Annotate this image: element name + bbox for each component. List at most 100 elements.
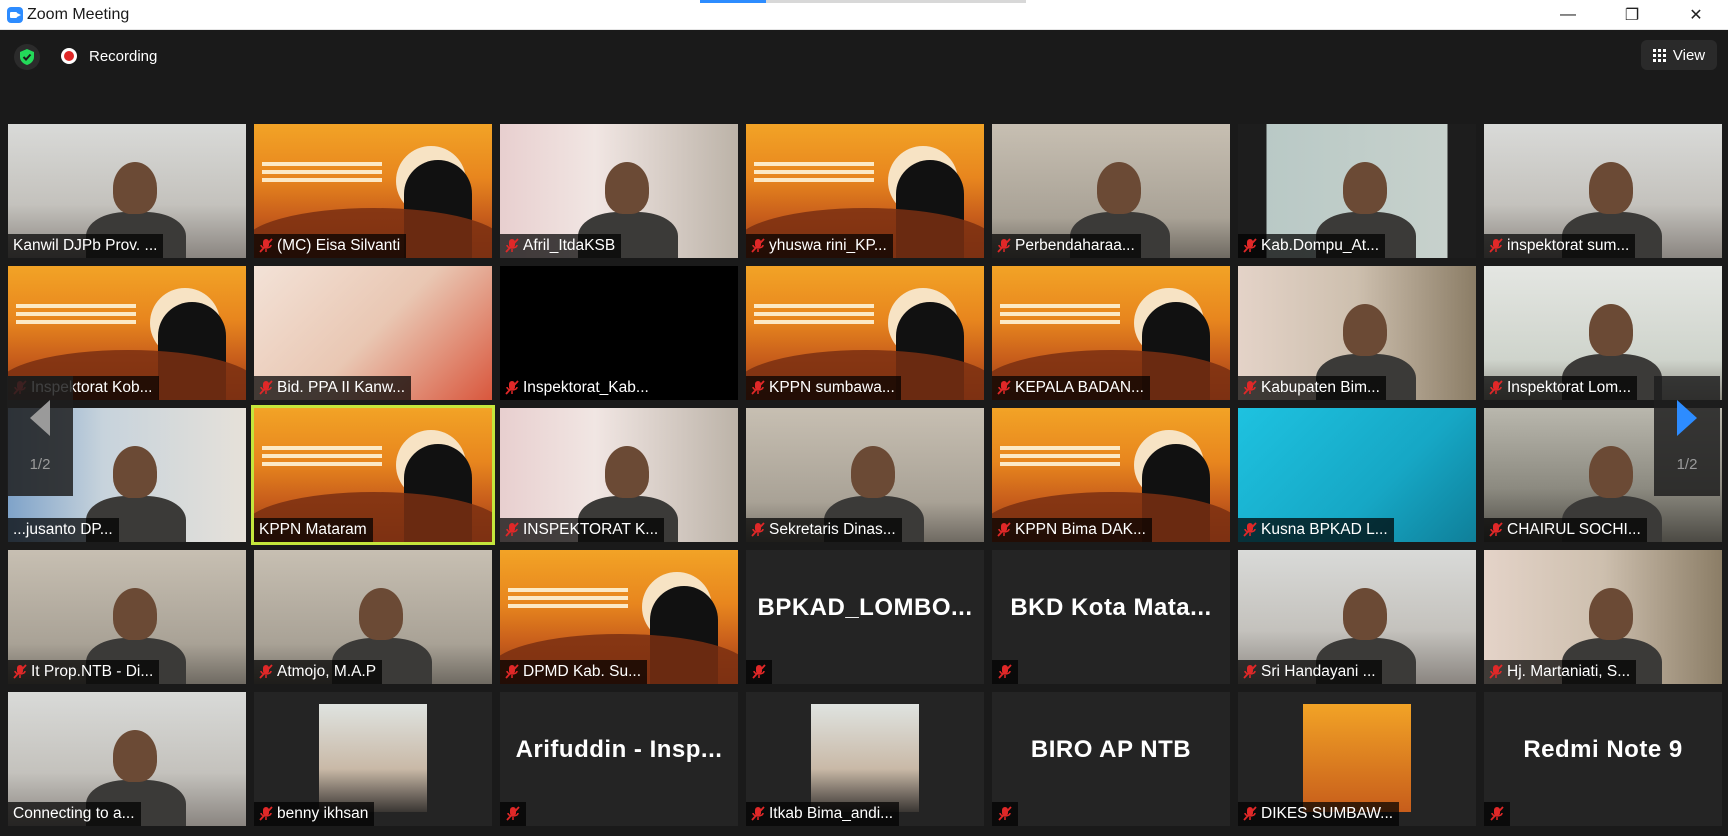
participant-silhouette [1097, 162, 1141, 214]
participant-name: benny ikhsan [277, 805, 369, 822]
participant-silhouette [851, 446, 895, 498]
mic-muted-icon [1489, 664, 1503, 680]
participant-tile[interactable]: BKD Kota Mata... [992, 550, 1230, 684]
participant-silhouette [1343, 588, 1387, 640]
participant-name: Inspektorat Lom... [1507, 379, 1632, 396]
window-title: Zoom Meeting [27, 5, 130, 23]
titlebar-progress-track [766, 0, 1026, 3]
participant-tile[interactable]: (MC) Eisa Silvanti [254, 124, 492, 258]
participant-tile[interactable]: Kanwil DJPb Prov. ... [8, 124, 246, 258]
participant-name: Sri Handayani ... [1261, 663, 1376, 680]
mic-muted-icon [992, 802, 1018, 826]
participant-silhouette [113, 446, 157, 498]
minimize-button[interactable]: — [1538, 0, 1598, 30]
participant-tile[interactable]: DPMD Kab. Su... [500, 550, 738, 684]
participant-tile[interactable]: benny ikhsan [254, 692, 492, 826]
participant-name: DPMD Kab. Su... [523, 663, 642, 680]
participant-tile[interactable]: Sekretaris Dinas... [746, 408, 984, 542]
zoom-app-icon [7, 6, 23, 23]
participant-name-label: Connecting to a... [8, 802, 141, 826]
participant-tile[interactable]: Itkab Bima_andi... [746, 692, 984, 826]
participant-tile[interactable]: DIKES SUMBAW... [1238, 692, 1476, 826]
participant-tile[interactable]: Perbendaharaa... [992, 124, 1230, 258]
mic-muted-icon [1484, 802, 1510, 826]
shield-check-icon[interactable] [14, 44, 40, 70]
participant-name: inspektorat sum... [1507, 237, 1630, 254]
mic-muted-icon [997, 238, 1011, 254]
participant-name: KEPALA BADAN... [1015, 379, 1144, 396]
participant-tile[interactable]: Kab.Dompu_At... [1238, 124, 1476, 258]
participant-silhouette [605, 162, 649, 214]
meeting-topbar: Recording View [0, 30, 1728, 86]
participant-name-label: Afril_ItdaKSB [500, 234, 622, 258]
participant-tile[interactable]: Sri Handayani ... [1238, 550, 1476, 684]
participant-tile[interactable]: BIRO AP NTB [992, 692, 1230, 826]
participant-name-label: Kab.Dompu_At... [1238, 234, 1386, 258]
mic-muted-icon [1489, 522, 1503, 538]
participant-tile[interactable]: KPPN Mataram [251, 405, 495, 545]
participant-tile[interactable]: INSPEKTORAT K... [500, 408, 738, 542]
participant-name-label: KPPN Bima DAK... [992, 518, 1152, 542]
mic-muted-icon [505, 522, 519, 538]
participant-name-label: Sri Handayani ... [1238, 660, 1382, 684]
participant-name-label: Perbendaharaa... [992, 234, 1141, 258]
participant-name: yhuswa rini_KP... [769, 237, 887, 254]
participant-silhouette [113, 730, 157, 782]
participant-tile[interactable]: Kusna BPKAD L... [1238, 408, 1476, 542]
participant-name-label: Inspektorat Lom... [1484, 376, 1638, 400]
participant-silhouette [1589, 304, 1633, 356]
participant-tile[interactable]: Redmi Note 9 [1484, 692, 1722, 826]
mic-muted-icon [259, 806, 273, 822]
participant-name-label: KPPN sumbawa... [746, 376, 901, 400]
participant-silhouette [359, 588, 403, 640]
participant-tile[interactable]: Afril_ItdaKSB [500, 124, 738, 258]
participant-tile[interactable]: yhuswa rini_KP... [746, 124, 984, 258]
participant-tile[interactable]: Inspektorat_Kab... [500, 266, 738, 400]
participant-name-label: Kabupaten Bim... [1238, 376, 1386, 400]
participant-silhouette [113, 162, 157, 214]
participant-name: Itkab Bima_andi... [769, 805, 894, 822]
participant-display-name: BPKAD_LOMBO... [757, 594, 973, 621]
close-button[interactable]: ✕ [1666, 0, 1726, 30]
participant-tile[interactable]: Hj. Martaniati, S... [1484, 550, 1722, 684]
participant-name: Bid. PPA II Kanw... [277, 379, 406, 396]
participant-tile[interactable]: Atmojo, M.A.P [254, 550, 492, 684]
recording-label[interactable]: Recording [89, 48, 157, 65]
participant-tile[interactable]: inspektorat sum... [1484, 124, 1722, 258]
participant-name-label: Inspektorat_Kab... [500, 376, 655, 400]
participant-name-label: DPMD Kab. Su... [500, 660, 648, 684]
previous-page-button[interactable]: 1/2 [7, 376, 73, 496]
participant-display-name: BKD Kota Mata... [1010, 594, 1212, 621]
participant-name-label: benny ikhsan [254, 802, 375, 826]
participant-tile[interactable]: KEPALA BADAN... [992, 266, 1230, 400]
participant-tile[interactable]: KPPN sumbawa... [746, 266, 984, 400]
participant-tile[interactable]: Bid. PPA II Kanw... [254, 266, 492, 400]
participant-name: Afril_ItdaKSB [523, 237, 616, 254]
participant-tile[interactable]: Arifuddin - Insp... [500, 692, 738, 826]
participant-name-label: CHAIRUL SOCHI... [1484, 518, 1647, 542]
next-page-button[interactable]: 1/2 [1654, 376, 1720, 496]
participant-silhouette [113, 588, 157, 640]
participant-name: Hj. Martaniati, S... [1507, 663, 1631, 680]
mic-muted-icon [746, 660, 772, 684]
mic-muted-icon [1243, 380, 1257, 396]
participant-name: It Prop.NTB - Di... [31, 663, 154, 680]
participant-tile[interactable]: Connecting to a... [8, 692, 246, 826]
participant-tile[interactable]: It Prop.NTB - Di... [8, 550, 246, 684]
mic-muted-icon [259, 380, 273, 396]
participant-tile[interactable]: Kabupaten Bim... [1238, 266, 1476, 400]
mic-muted-icon [992, 660, 1018, 684]
participant-name-label: Itkab Bima_andi... [746, 802, 900, 826]
mic-muted-icon [751, 806, 765, 822]
participant-tile[interactable]: KPPN Bima DAK... [992, 408, 1230, 542]
view-button[interactable]: View [1641, 40, 1717, 70]
participant-name-label: Hj. Martaniati, S... [1484, 660, 1637, 684]
participant-name: DIKES SUMBAW... [1261, 805, 1394, 822]
participant-name-label: Kanwil DJPb Prov. ... [8, 234, 164, 258]
participant-tile[interactable]: BPKAD_LOMBO... [746, 550, 984, 684]
restore-button[interactable]: ❐ [1602, 0, 1662, 30]
participant-name: Kanwil DJPb Prov. ... [13, 237, 158, 254]
participant-silhouette [1343, 162, 1387, 214]
profile-picture [811, 704, 919, 812]
participant-name-label: ...jusanto DP... [8, 518, 119, 542]
